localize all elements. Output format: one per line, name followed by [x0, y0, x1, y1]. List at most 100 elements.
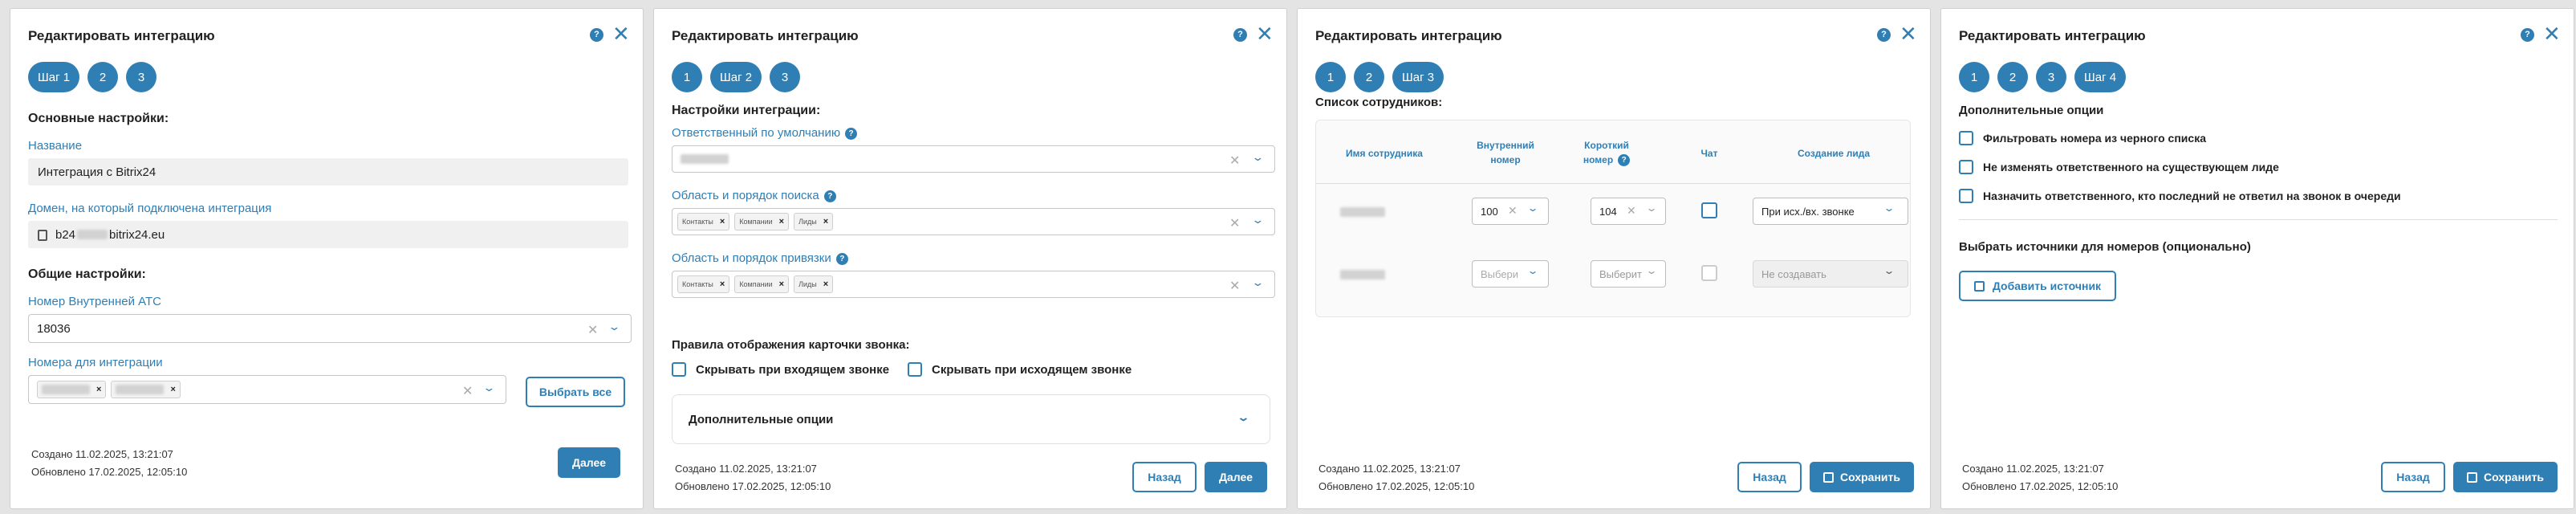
chevron-down-icon[interactable]: ⌄: [1251, 151, 1264, 164]
step-1[interactable]: 1: [1959, 62, 1989, 92]
short-number-select[interactable]: Выберит ⌄: [1591, 260, 1666, 288]
clear-icon[interactable]: ✕: [587, 322, 598, 338]
column-header: Короткий номер?: [1574, 138, 1639, 167]
close-icon[interactable]: ✕: [612, 23, 630, 44]
close-icon[interactable]: ✕: [1899, 23, 1917, 44]
chevron-down-icon[interactable]: ⌄: [1645, 202, 1657, 214]
assign-last-missed-checkbox[interactable]: Назначить ответственного, кто последний …: [1959, 189, 2401, 203]
chevron-down-icon[interactable]: ⌄: [1237, 411, 1249, 424]
step-2[interactable]: Шаг 2: [710, 62, 762, 92]
numbers-multiselect[interactable]: × × ✕ ⌄: [28, 375, 506, 404]
chip-remove-icon[interactable]: ×: [720, 217, 725, 226]
step-1[interactable]: 1: [1315, 62, 1346, 92]
ats-select[interactable]: 18036 ✕ ⌄: [28, 314, 632, 343]
copy-icon[interactable]: [38, 230, 47, 241]
step-2[interactable]: 2: [1997, 62, 2028, 92]
help-icon[interactable]: ?: [590, 28, 603, 42]
save-button[interactable]: Сохранить: [1810, 462, 1914, 492]
binding-area-multiselect[interactable]: Контакты × Компании × Лиды × ✕ ⌄: [672, 271, 1275, 298]
internal-number-select[interactable]: Выбери ⌄: [1472, 260, 1549, 288]
step-4[interactable]: Шаг 4: [2074, 62, 2127, 92]
help-icon[interactable]: ?: [823, 190, 836, 202]
employee-name-masked: [1340, 270, 1385, 279]
chevron-down-icon[interactable]: ⌄: [607, 320, 620, 333]
chevron-down-icon[interactable]: ⌄: [1883, 265, 1895, 276]
step-3[interactable]: 3: [2036, 62, 2066, 92]
internal-number-select[interactable]: 100 ✕ ⌄: [1472, 198, 1549, 225]
chat-checkbox[interactable]: [1701, 265, 1717, 281]
clear-icon[interactable]: ✕: [1229, 278, 1240, 294]
chip-remove-icon[interactable]: ×: [823, 217, 828, 226]
add-source-button[interactable]: Добавить источник: [1959, 271, 2116, 301]
checkbox-box[interactable]: [908, 362, 922, 377]
checkbox-box[interactable]: [672, 362, 686, 377]
employees-table: Имя сотрудника Внутренний номер Короткий…: [1315, 120, 1911, 317]
search-area-multiselect[interactable]: Контакты × Компании × Лиды × ✕ ⌄: [672, 208, 1275, 235]
help-icon[interactable]: ?: [845, 128, 858, 140]
back-button[interactable]: Назад: [2381, 462, 2445, 492]
next-button[interactable]: Далее: [1205, 462, 1267, 492]
clear-icon[interactable]: ✕: [462, 383, 473, 399]
chip-remove-icon[interactable]: ×: [96, 385, 101, 394]
chevron-down-icon[interactable]: ⌄: [1526, 265, 1538, 276]
select-value: Не создавать: [1761, 267, 1826, 280]
chevron-down-icon[interactable]: ⌄: [1645, 265, 1657, 276]
chip-label: Лиды: [798, 218, 817, 226]
updated-text: Обновлено 17.02.2025, 12:05:10: [675, 480, 831, 492]
help-icon[interactable]: ?: [2521, 28, 2534, 42]
lead-creation-select[interactable]: Не создавать ⌄: [1753, 260, 1908, 288]
number-chip: ×: [111, 381, 181, 398]
hide-outgoing-checkbox[interactable]: Скрывать при исходящем звонке: [908, 362, 1132, 377]
responsible-select[interactable]: ✕ ⌄: [672, 145, 1275, 173]
chevron-down-icon[interactable]: ⌄: [1526, 202, 1538, 214]
save-button[interactable]: Сохранить: [2453, 462, 2558, 492]
back-button[interactable]: Назад: [1737, 462, 1802, 492]
checkbox-box[interactable]: [1959, 131, 1973, 145]
select-value: 104: [1599, 205, 1617, 218]
blacklist-filter-checkbox[interactable]: Фильтровать номера из черного списка: [1959, 131, 2206, 145]
updated-text: Обновлено 17.02.2025, 12:05:10: [1318, 480, 1475, 492]
help-icon[interactable]: ?: [835, 253, 848, 265]
chip-remove-icon[interactable]: ×: [720, 279, 725, 289]
chip-remove-icon[interactable]: ×: [823, 279, 828, 289]
step-1[interactable]: 1: [672, 62, 702, 92]
clear-icon[interactable]: ✕: [1627, 204, 1636, 218]
domain-suffix: bitrix24.eu: [109, 227, 165, 242]
chip-remove-icon[interactable]: ×: [779, 279, 784, 289]
help-icon[interactable]: ?: [1233, 28, 1247, 42]
chevron-down-icon[interactable]: ⌄: [1883, 202, 1895, 214]
chip-remove-icon[interactable]: ×: [170, 385, 175, 394]
back-button[interactable]: Назад: [1132, 462, 1197, 492]
hide-incoming-checkbox[interactable]: Скрывать при входящем звонке: [672, 362, 889, 377]
step-2[interactable]: 2: [1354, 62, 1384, 92]
short-number-select[interactable]: 104 ✕ ⌄: [1591, 198, 1666, 225]
dialog-title: Редактировать интеграцию: [28, 28, 215, 43]
help-icon[interactable]: ?: [1877, 28, 1891, 42]
chip-remove-icon[interactable]: ×: [779, 217, 784, 226]
clear-icon[interactable]: ✕: [1229, 215, 1240, 231]
chat-checkbox[interactable]: [1701, 202, 1717, 218]
close-icon[interactable]: ✕: [2543, 23, 2561, 44]
checkbox-box[interactable]: [1959, 160, 1973, 174]
next-button[interactable]: Далее: [558, 447, 620, 478]
step-3[interactable]: 3: [770, 62, 801, 92]
select-all-button[interactable]: Выбрать все: [526, 377, 625, 407]
extra-options-accordion[interactable]: Дополнительные опции ⌄: [672, 394, 1270, 444]
checkbox-label: Скрывать при входящем звонке: [696, 362, 890, 377]
chevron-down-icon[interactable]: ⌄: [1251, 214, 1264, 226]
close-icon[interactable]: ✕: [1256, 23, 1274, 44]
chevron-down-icon[interactable]: ⌄: [1251, 276, 1264, 289]
step-3[interactable]: 3: [126, 62, 157, 92]
binding-area-label-text: Область и порядок привязки: [672, 251, 831, 265]
clear-icon[interactable]: ✕: [1229, 153, 1240, 169]
step-2[interactable]: 2: [87, 62, 119, 92]
step-3[interactable]: Шаг 3: [1392, 62, 1444, 92]
chevron-down-icon[interactable]: ⌄: [482, 381, 495, 394]
dialog-title: Редактировать интеграцию: [1315, 28, 1502, 43]
clear-icon[interactable]: ✕: [1508, 204, 1518, 218]
help-icon[interactable]: ?: [1618, 154, 1631, 166]
keep-responsible-checkbox[interactable]: Не изменять ответственного на существующ…: [1959, 160, 2279, 174]
checkbox-box[interactable]: [1959, 189, 1973, 203]
lead-creation-select[interactable]: При исх./вх. звонке ⌄: [1753, 198, 1908, 225]
step-1[interactable]: Шаг 1: [28, 62, 80, 92]
